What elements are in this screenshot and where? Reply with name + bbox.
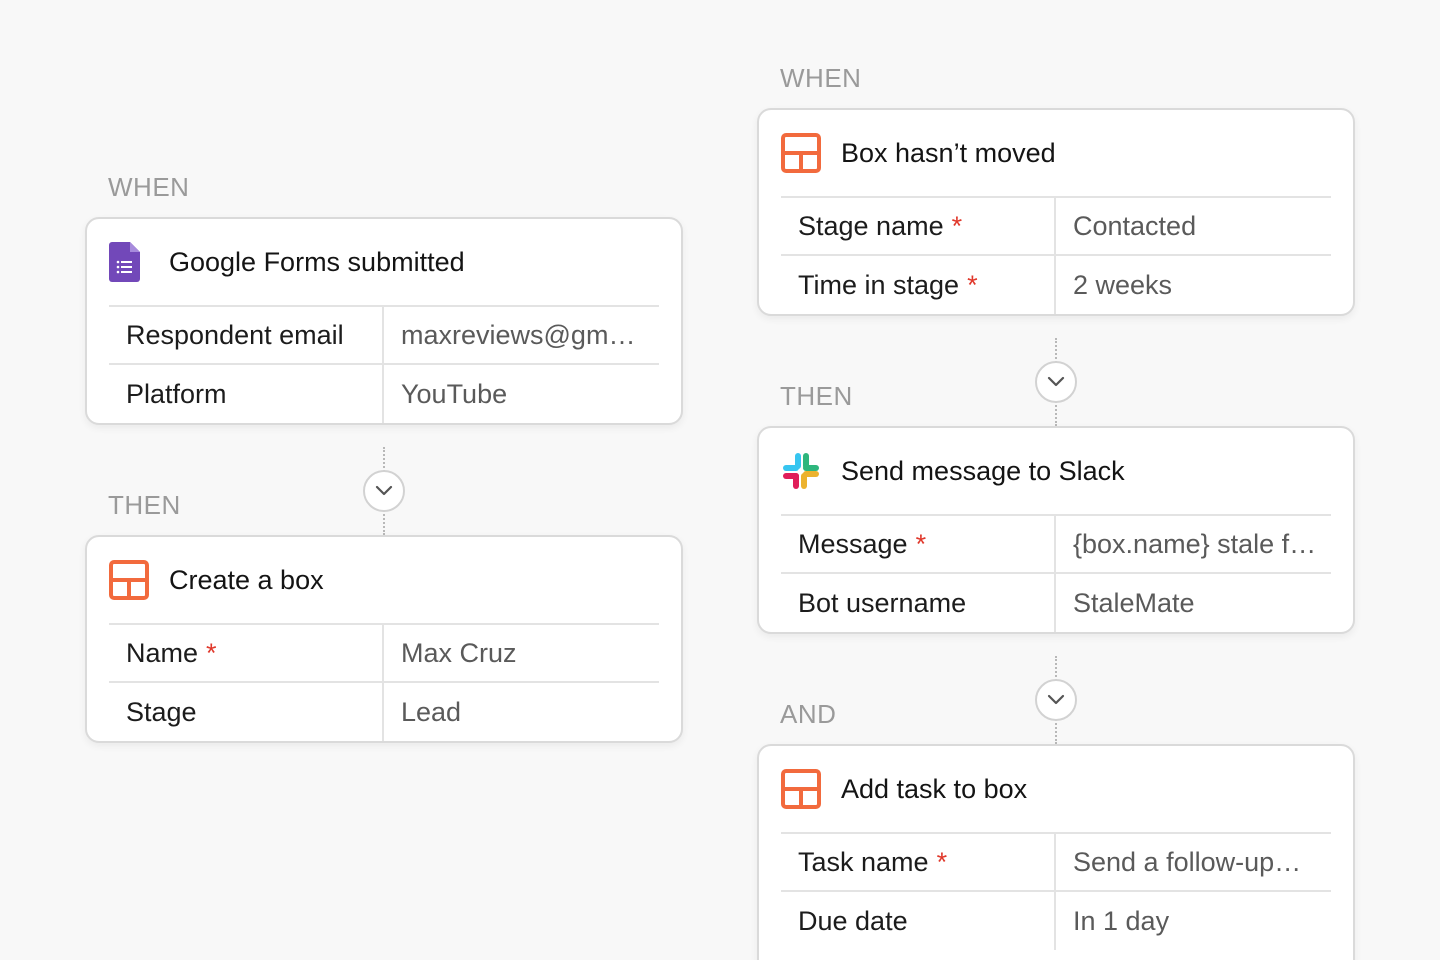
required-asterisk: * [915,528,927,559]
field-row[interactable]: Message * {box.name} stale f… [781,516,1331,574]
field-key: Respondent email [109,307,384,363]
field-value[interactable]: Contacted [1056,198,1331,254]
field-value[interactable]: Lead [384,683,659,741]
expand-chevron-button[interactable] [1035,679,1077,721]
field-value[interactable]: YouTube [384,365,659,423]
field-row[interactable]: Task name * Send a follow-up… [781,834,1331,892]
field-row[interactable]: Bot username StaleMate [781,574,1331,632]
box-icon [781,133,821,173]
expand-chevron-button[interactable] [363,470,405,512]
field-value[interactable]: StaleMate [1056,574,1331,632]
trigger-card-google-forms[interactable]: Google Forms submitted Respondent email … [85,217,683,425]
card-header: Create a box [109,537,659,625]
expand-chevron-button[interactable] [1035,361,1077,403]
google-forms-icon [109,242,149,282]
chevron-down-icon [375,485,393,496]
when-label: WHEN [108,172,190,202]
box-icon [781,769,821,809]
card-title: Add task to box [841,773,1028,804]
required-asterisk: * [936,846,948,877]
field-key: Task name * [781,834,1056,890]
then-label: THEN [780,381,853,411]
card-header: Add task to box [781,746,1331,834]
field-value[interactable]: Max Cruz [384,625,659,681]
field-value[interactable]: In 1 day [1056,892,1331,950]
field-value[interactable]: {box.name} stale f… [1056,516,1331,572]
field-row[interactable]: Name * Max Cruz [109,625,659,683]
action-card-create-box[interactable]: Create a box Name * Max Cruz Stage Lead [85,535,683,743]
field-key: Platform [109,365,384,423]
action-card-add-task[interactable]: Add task to box Task name * Send a follow… [757,744,1355,960]
field-key: Message * [781,516,1056,572]
field-key: Bot username [781,574,1056,632]
chevron-down-icon [1047,694,1065,705]
trigger-card-box-not-moved[interactable]: Box hasn’t moved Stage name * Contacted T… [757,108,1355,316]
field-row[interactable]: Stage Lead [109,683,659,741]
required-asterisk: * [206,637,217,668]
field-row[interactable]: Respondent email maxreviews@gm… [109,307,659,365]
card-header: Box hasn’t moved [781,110,1331,198]
field-key: Stage name * [781,198,1056,254]
field-value[interactable]: maxreviews@gm… [384,307,659,363]
field-row[interactable]: Stage name * Contacted [781,198,1331,256]
required-asterisk: * [967,269,978,300]
box-icon [109,560,149,600]
field-value[interactable]: Send a follow-up… [1056,834,1331,890]
and-label: AND [780,699,837,729]
field-key: Stage [109,683,384,741]
card-header: Send message to Slack [781,428,1331,516]
field-row[interactable]: Platform YouTube [109,365,659,423]
card-title: Google Forms submitted [169,246,465,277]
slack-icon [781,451,821,491]
required-asterisk: * [951,210,963,241]
card-title: Box hasn’t moved [841,137,1056,168]
field-key: Due date [781,892,1056,950]
when-label: WHEN [780,63,862,93]
field-value[interactable]: 2 weeks [1056,256,1331,314]
card-title: Create a box [169,564,324,595]
card-title: Send message to Slack [841,455,1125,486]
then-label: THEN [108,490,181,520]
field-key: Name * [109,625,384,681]
field-row[interactable]: Time in stage * 2 weeks [781,256,1331,314]
field-key: Time in stage * [781,256,1056,314]
field-row[interactable]: Due date In 1 day [781,892,1331,950]
action-card-slack[interactable]: Send message to Slack Message * {box.name… [757,426,1355,634]
card-header: Google Forms submitted [109,219,659,307]
chevron-down-icon [1047,376,1065,387]
